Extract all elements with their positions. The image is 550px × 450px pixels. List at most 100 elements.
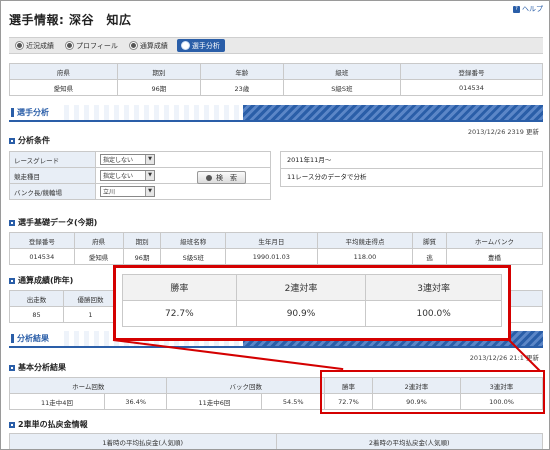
condition-summary: 2011年11月～ 11レース分のデータで分析 [280, 151, 543, 187]
heading-text: 分析条件 [18, 136, 50, 145]
col-header: 2連対率 [235, 274, 367, 301]
table-cell: 014534 [9, 248, 75, 265]
button-label: 検 索 [216, 173, 237, 182]
table-cell: 23歳 [199, 79, 284, 96]
results-basic-heading: 基本分析結果 [9, 362, 66, 373]
col-header: 2着時の平均払戻金(人気順) [275, 433, 543, 449]
tab-label: プロフィール [76, 41, 118, 50]
tab-recent[interactable]: 近況成績 [13, 39, 57, 52]
condition-label: 競走種目 [9, 167, 96, 184]
table-cell: 1 [63, 306, 118, 323]
tab-label: 選手分析 [191, 41, 220, 50]
select-value: 立川 [103, 189, 116, 196]
col-header: 優勝回数 [63, 290, 118, 307]
chevron-down-icon: ▼ [145, 155, 154, 164]
updated-date: 2013/12/26 2319 更新 [467, 128, 539, 136]
col-header: 期別 [122, 232, 162, 249]
table-cell: 100.0% [365, 300, 502, 327]
col-header: 登録番号 [9, 232, 75, 249]
radio-icon [16, 42, 23, 49]
bullet-icon [9, 219, 15, 226]
table-cell: S級S班 [282, 79, 401, 96]
col-header: 生年月日 [225, 232, 318, 249]
heading-text: 2車単の払戻金情報 [18, 420, 88, 429]
condition-cell: 指定しない ▼ [95, 151, 271, 168]
table-cell: 1990.01.03 [225, 248, 318, 265]
table-cell: 11走中6回 [166, 393, 263, 410]
col-header: ホームバンク [445, 232, 544, 249]
col-header: 3連対率 [365, 274, 502, 301]
col-header: 級班名称 [160, 232, 227, 249]
conditions-heading: 分析条件 [9, 135, 50, 146]
totals-heading: 通算成績(昨年) [9, 275, 73, 286]
summary-period: 2011年11月～ [281, 152, 542, 169]
condition-cell: 立川 ▼ [95, 183, 271, 200]
bullet-icon [9, 277, 15, 284]
payout-table: 1着時の平均払戻金(人気順) 2着時の平均払戻金(人気順) [9, 433, 543, 449]
bullet-icon [9, 137, 15, 144]
payout-heading: 2車単の払戻金情報 [9, 419, 88, 430]
heading-text: 選手基礎データ(今期) [18, 218, 98, 227]
tab-label: 通算成績 [139, 41, 168, 50]
section-title: 選手分析 [9, 105, 63, 120]
col-header: 脚質 [412, 232, 447, 249]
section-bar-pattern [243, 105, 543, 120]
radio-icon [181, 42, 189, 49]
table-cell: 90.9% [235, 300, 367, 327]
tab-analysis[interactable]: 選手分析 [176, 39, 225, 52]
table-cell: 85 [9, 306, 64, 323]
table-cell: 愛知県 [9, 79, 118, 96]
col-header: 年齢 [199, 63, 284, 80]
search-button[interactable]: 検 索 [197, 171, 246, 184]
table-cell: 96期 [122, 248, 162, 265]
tab-profile[interactable]: プロフィール [63, 39, 121, 52]
col-header: 1着時の平均払戻金(人気順) [9, 433, 277, 449]
help-label: ヘルプ [522, 5, 543, 13]
bank-select[interactable]: 立川 ▼ [100, 186, 155, 197]
tab-label: 近況成績 [26, 41, 54, 50]
table-cell: 逃 [412, 248, 447, 265]
table-cell: 11走中4回 [9, 393, 105, 410]
page-title: 選手情報: 深谷 知広 [9, 13, 132, 27]
condition-label: バンク長/競輪場 [9, 183, 96, 200]
tab-career[interactable]: 通算成績 [127, 39, 171, 52]
condition-label: レースグレード [9, 151, 96, 168]
select-value: 指定しない [103, 157, 134, 164]
event-select[interactable]: 指定しない ▼ [100, 170, 155, 181]
col-header: 府県 [9, 63, 118, 80]
section-title: 分析結果 [9, 331, 63, 346]
grade-select[interactable]: 指定しない ▼ [100, 154, 155, 165]
table-cell: 36.4% [103, 393, 168, 410]
col-header: バック回数 [166, 377, 325, 394]
col-header: 級班 [282, 63, 401, 80]
select-value: 指定しない [103, 173, 134, 180]
page-frame: ? ヘルプ 選手情報: 深谷 知広 近況成績 プロフィール 通算成績 選手分析 … [0, 0, 550, 450]
highlight-box [320, 370, 545, 414]
col-header: 府県 [73, 232, 124, 249]
basic-data-heading: 選手基礎データ(今期) [9, 217, 97, 228]
heading-text: 基本分析結果 [18, 363, 66, 372]
table-cell: 愛知県 [73, 248, 124, 265]
table-cell: 54.5% [261, 393, 325, 410]
analysis-section-bar: 選手分析 [9, 105, 543, 122]
col-header: 登録番号 [399, 63, 544, 80]
chevron-down-icon: ▼ [145, 171, 154, 180]
radio-icon [66, 42, 73, 49]
col-header: 期別 [116, 63, 201, 80]
col-header: ホーム回数 [8, 377, 168, 394]
help-link[interactable]: ? ヘルプ [513, 4, 543, 14]
table-cell: 72.7% [122, 300, 237, 327]
basic-data-table: 登録番号 府県 期別 級班名称 生年月日 平均競走得点 脚質 ホームバンク 01… [9, 232, 544, 265]
bullet-icon [9, 364, 15, 371]
tab-bar: 近況成績 プロフィール 通算成績 選手分析 [9, 37, 543, 54]
table-cell: 014534 [399, 79, 544, 96]
bullet-icon [9, 421, 15, 428]
heading-text: 通算成績(昨年) [18, 276, 74, 285]
zoom-callout: 勝率 2連対率 3連対率 72.7% 90.9% 100.0% [113, 265, 511, 341]
radio-icon [206, 174, 212, 181]
col-header: 勝率 [122, 274, 237, 301]
col-header: 平均競走得点 [316, 232, 414, 249]
table-cell: 豊橋 [445, 248, 544, 265]
table-cell: 118.00 [316, 248, 414, 265]
table-cell: S級S班 [160, 248, 227, 265]
